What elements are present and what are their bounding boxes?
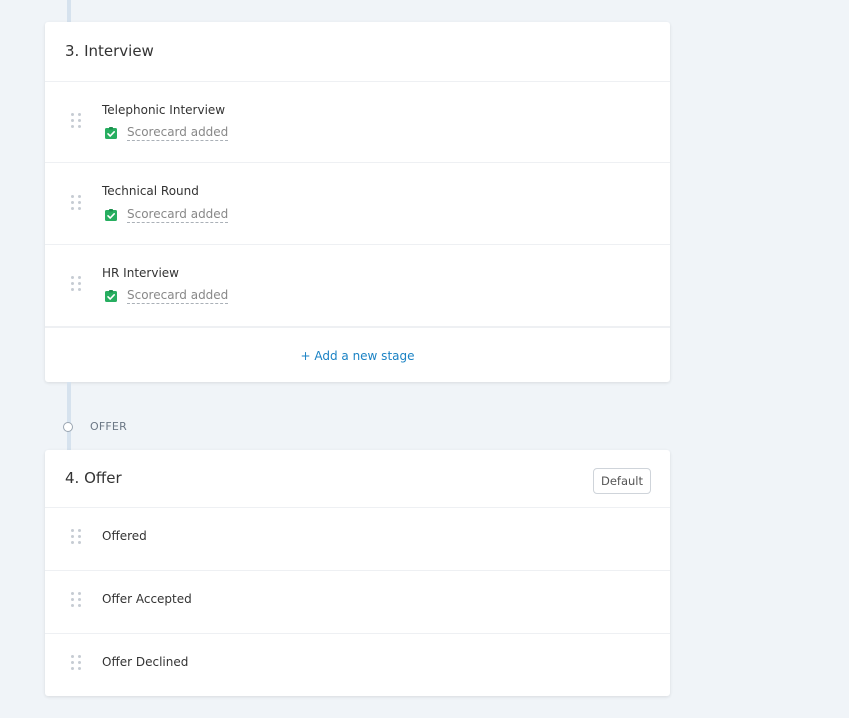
checklist-icon (105, 127, 117, 139)
scorecard-link[interactable]: Scorecard added (127, 125, 229, 141)
stage-row-hr-interview[interactable]: HR Interview Scorecard added (45, 245, 670, 327)
drag-handle-icon[interactable] (71, 592, 81, 608)
checklist-icon (105, 209, 117, 221)
timeline-node-icon (63, 422, 73, 432)
timeline-line (67, 0, 71, 22)
stage-name: Offer Declined (102, 655, 189, 669)
drag-handle-icon[interactable] (71, 529, 81, 545)
scorecard-link[interactable]: Scorecard added (127, 207, 229, 223)
card-header: 4. Offer Default (45, 450, 670, 508)
drag-handle-icon[interactable] (71, 655, 81, 671)
add-new-stage-link[interactable]: + Add a new stage (45, 349, 670, 363)
interview-stage-card: 3. Interview Telephonic Interview Scorec… (45, 22, 670, 382)
drag-handle-icon[interactable] (71, 276, 81, 292)
stage-row-offer-declined[interactable]: Offer Declined (45, 634, 670, 696)
stage-name: Telephonic Interview (102, 103, 226, 117)
scorecard-link[interactable]: Scorecard added (127, 288, 229, 304)
timeline-line (67, 382, 71, 450)
stage-name: HR Interview (102, 266, 179, 280)
offer-stage-card: 4. Offer Default Offered Offer Accepted … (45, 450, 670, 696)
stage-row-offer-accepted[interactable]: Offer Accepted (45, 571, 670, 634)
stage-name: Offer Accepted (102, 592, 192, 606)
card-title: 3. Interview (65, 42, 154, 60)
card-title: 4. Offer (65, 469, 122, 487)
default-badge-button[interactable]: Default (592, 468, 651, 494)
stage-name: Technical Round (102, 184, 199, 198)
drag-handle-icon[interactable] (71, 113, 81, 129)
card-header: 3. Interview (45, 22, 670, 82)
stage-row-technical-round[interactable]: Technical Round Scorecard added (45, 163, 670, 245)
stage-row-offered[interactable]: Offered (45, 508, 670, 571)
offer-section-label: OFFER (90, 420, 127, 433)
checklist-icon (105, 290, 117, 302)
add-stage-footer: + Add a new stage (45, 327, 670, 383)
drag-handle-icon[interactable] (71, 195, 81, 211)
stage-name: Offered (102, 529, 147, 543)
stage-row-telephonic-interview[interactable]: Telephonic Interview Scorecard added (45, 82, 670, 163)
